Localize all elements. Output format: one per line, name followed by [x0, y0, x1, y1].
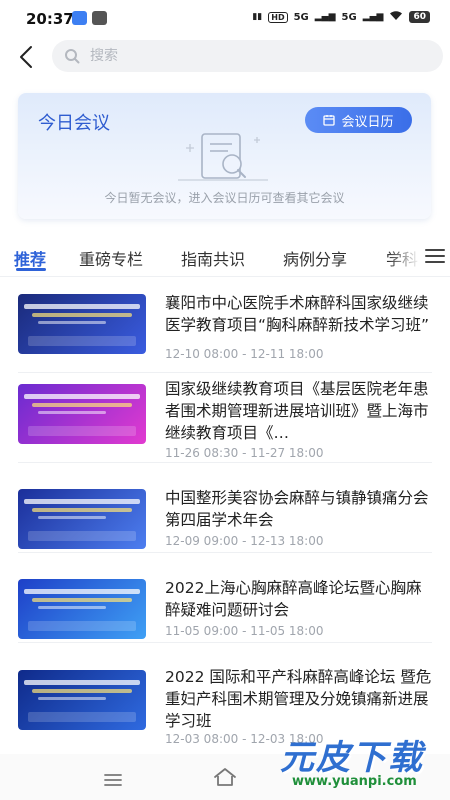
- meeting-date: 12-09 09:00 - 12-13 18:00: [165, 534, 324, 548]
- tab-featured-column[interactable]: 重磅专栏: [79, 246, 143, 270]
- status-time: 20:37: [26, 10, 74, 28]
- home-button[interactable]: [213, 767, 237, 791]
- vibrate-icon: ▮▮: [252, 12, 263, 22]
- wifi-icon: [389, 10, 403, 24]
- signal-2-icon: ▂▄▆: [362, 12, 384, 22]
- meeting-thumbnail: [18, 294, 146, 354]
- meeting-date: 11-26 08:30 - 11-27 18:00: [165, 446, 324, 460]
- meeting-thumbnail: [18, 489, 146, 549]
- search-bar[interactable]: [52, 40, 443, 72]
- today-meeting-title: 今日会议: [38, 113, 110, 134]
- app-notification-icon: [72, 11, 87, 25]
- meeting-thumbnail: [18, 384, 146, 444]
- watermark-url: www.yuanpi.com: [292, 774, 417, 789]
- hd-icon: HD: [268, 11, 288, 23]
- list-item[interactable]: 2022上海心胸麻醉高峰论坛暨心胸麻醉疑难问题研讨会 11-05 09:00 -…: [18, 553, 432, 643]
- meeting-title: 襄阳市中心医院手术麻醉科国家级继续医学教育项目“胸科麻醉新技术学习班”: [165, 294, 430, 334]
- meeting-date: 11-05 09:00 - 11-05 18:00: [165, 624, 324, 638]
- status-bar: 20:37 ▮▮ HD 5G ▂▄▆ 5G ▂▄▆ 60: [0, 0, 450, 38]
- meeting-title: 国家级继续教育项目《基层医院老年患者围术期管理新进展培训班》暨上海市继续教育项目…: [165, 380, 429, 442]
- meeting-thumbnail: [18, 579, 146, 639]
- tab-menu-button[interactable]: [424, 247, 446, 265]
- search-input[interactable]: [88, 47, 412, 65]
- signal-1-icon: ▂▄▆: [314, 12, 336, 22]
- tab-guidelines[interactable]: 指南共识: [181, 246, 245, 270]
- search-icon: [65, 49, 80, 64]
- meeting-calendar-button[interactable]: 会议日历: [305, 107, 412, 133]
- meeting-title: 2022 国际和平产科麻醉高峰论坛 暨危重妇产科围术期管理及分娩镇痛新进展学习班: [165, 668, 432, 730]
- category-tabs: 推荐 重磅专栏 指南共识 病例分享 学科: [0, 236, 450, 276]
- recents-button[interactable]: [103, 772, 123, 791]
- tab-fade: [388, 236, 420, 276]
- list-item[interactable]: 2022 国际和平产科麻醉高峰论坛 暨危重妇产科围术期管理及分娩镇痛新进展学习班…: [18, 643, 432, 746]
- tab-recommend[interactable]: 推荐: [14, 246, 46, 270]
- empty-document-icon: [178, 133, 268, 181]
- calendar-icon: [323, 115, 336, 126]
- meeting-calendar-label: 会议日历: [341, 114, 394, 130]
- meeting-title: 中国整形美容协会麻醉与镇静镇痛分会第四届学术年会: [165, 489, 429, 529]
- home-icon: [214, 768, 236, 786]
- today-meeting-card: 今日会议 会议日历 今日暂无会议，进入会议日历可查看其它会议: [18, 93, 431, 219]
- meeting-thumbnail: [18, 670, 146, 730]
- list-item[interactable]: 国家级继续教育项目《基层医院老年患者围术期管理新进展培训班》暨上海市继续教育项目…: [18, 373, 432, 463]
- meeting-date: 12-10 08:00 - 12-11 18:00: [165, 347, 324, 361]
- list-item[interactable]: 中国整形美容协会麻醉与镇静镇痛分会第四届学术年会 12-09 09:00 - 1…: [18, 463, 432, 553]
- signal-2-label: 5G: [341, 11, 357, 23]
- status-indicators: ▮▮ HD 5G ▂▄▆ 5G ▂▄▆ 60: [252, 10, 430, 24]
- watermark-text: 元皮下载: [280, 738, 424, 778]
- signal-1-label: 5G: [293, 11, 309, 23]
- back-button[interactable]: [16, 44, 38, 70]
- chevron-left-icon: [20, 46, 32, 68]
- message-notification-icon: [92, 11, 107, 25]
- recents-icon: [104, 774, 122, 786]
- active-tab-indicator: [16, 268, 46, 271]
- tab-case-sharing[interactable]: 病例分享: [283, 246, 347, 270]
- tab-divider: [0, 276, 450, 277]
- battery-icon: 60: [409, 11, 430, 23]
- menu-icon: [425, 249, 445, 263]
- watermark: 元皮下载 www.yuanpi.com: [270, 724, 450, 800]
- meeting-title: 2022上海心胸麻醉高峰论坛暨心胸麻醉疑难问题研讨会: [165, 579, 422, 619]
- list-item[interactable]: 襄阳市中心医院手术麻醉科国家级继续医学教育项目“胸科麻醉新技术学习班” 12-1…: [18, 283, 432, 373]
- empty-meeting-text: 今日暂无会议，进入会议日历可查看其它会议: [104, 191, 345, 205]
